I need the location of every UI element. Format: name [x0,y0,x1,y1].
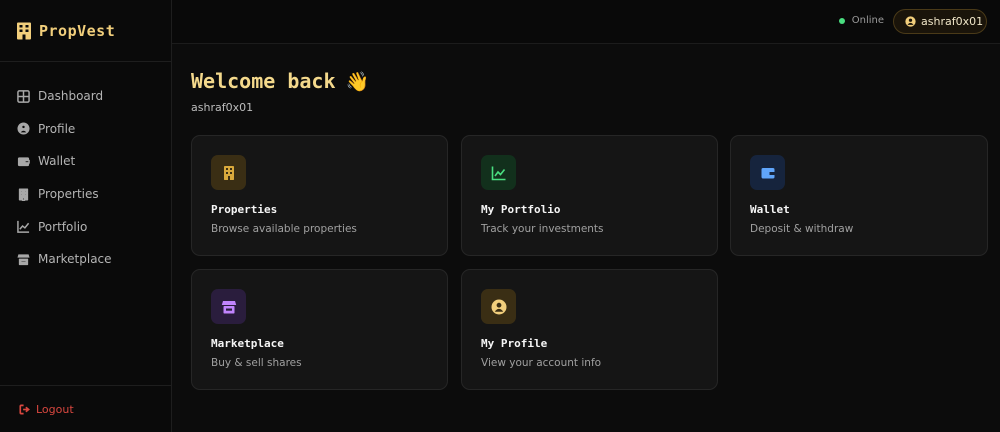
user-circle-icon [905,16,916,27]
card-subtitle: View your account info [481,357,602,369]
sidebar-item-profile[interactable]: Profile [0,113,171,146]
card-subtitle: Track your investments [481,223,604,235]
status-label: Online [851,15,884,26]
sidebar-item-dashboard[interactable]: Dashboard [0,80,171,113]
building-icon [223,165,234,180]
sidebar-nav: Dashboard Profile Wallet Properties Port… [0,62,171,276]
sidebar-item-label: Properties [38,187,99,202]
status-dot [838,17,845,24]
wallet-icon [761,167,774,178]
card-icon-box [481,155,516,190]
card-icon-box [211,289,246,324]
sidebar: PropVest Dashboard Profile Wallet Proper… [0,0,172,432]
sidebar-item-label: Marketplace [38,252,112,267]
card-marketplace[interactable]: Marketplace Buy & sell shares [191,269,448,390]
logout-label: Logout [36,402,74,416]
user-menu-button[interactable]: ashraf0x01 [893,9,987,34]
sidebar-item-properties[interactable]: Properties [0,178,171,211]
wave-emoji: 👋 [345,70,370,93]
brand-name: PropVest [39,21,116,40]
store-icon [17,254,30,265]
user-circle-icon [17,122,30,135]
card-subtitle: Deposit & withdraw [750,223,854,235]
logout-icon [19,404,30,414]
user-name: ashraf0x01 [921,15,984,28]
building-icon [17,22,31,39]
brand[interactable]: PropVest [0,0,171,62]
chart-line-icon [17,221,30,233]
card-icon-box [211,155,246,190]
card-title: Wallet [750,203,790,216]
chart-line-icon [491,166,505,180]
sidebar-item-wallet[interactable]: Wallet [0,145,171,178]
sidebar-item-label: Profile [38,121,76,136]
card-subtitle: Buy & sell shares [211,357,302,369]
card-my-profile[interactable]: My Profile View your account info [461,269,718,390]
card-title: My Profile [481,337,548,350]
sidebar-item-label: Portfolio [38,219,88,234]
sidebar-item-label: Wallet [38,154,76,169]
welcome-heading: Welcome back 👋 [191,69,369,93]
username-label: ashraf0x01 [191,101,254,114]
logout-button[interactable]: Logout [19,403,74,416]
main-content: Welcome back 👋 ashraf0x01 Properties Bro… [172,45,1000,432]
card-subtitle: Browse available properties [211,223,357,235]
card-title: My Portfolio [481,203,561,216]
card-properties[interactable]: Properties Browse available properties [191,135,448,256]
online-status: Online [838,15,884,26]
card-my-portfolio[interactable]: My Portfolio Track your investments [461,135,718,256]
card-title: Properties [211,203,278,216]
card-title: Marketplace [211,337,284,350]
building-icon [18,188,29,201]
wallet-icon [17,157,30,167]
card-icon-box [481,289,516,324]
sidebar-item-label: Dashboard [38,89,104,104]
sidebar-item-portfolio[interactable]: Portfolio [0,210,171,243]
user-circle-icon [491,299,506,314]
card-wallet[interactable]: Wallet Deposit & withdraw [730,135,988,256]
page-title: Welcome back [191,69,336,93]
sidebar-item-marketplace[interactable]: Marketplace [0,243,171,276]
dashboard-icon [17,89,30,103]
sidebar-footer: Logout [0,385,171,432]
topbar: Online ashraf0x01 [172,0,1000,44]
store-icon [221,300,236,313]
card-icon-box [750,155,785,190]
